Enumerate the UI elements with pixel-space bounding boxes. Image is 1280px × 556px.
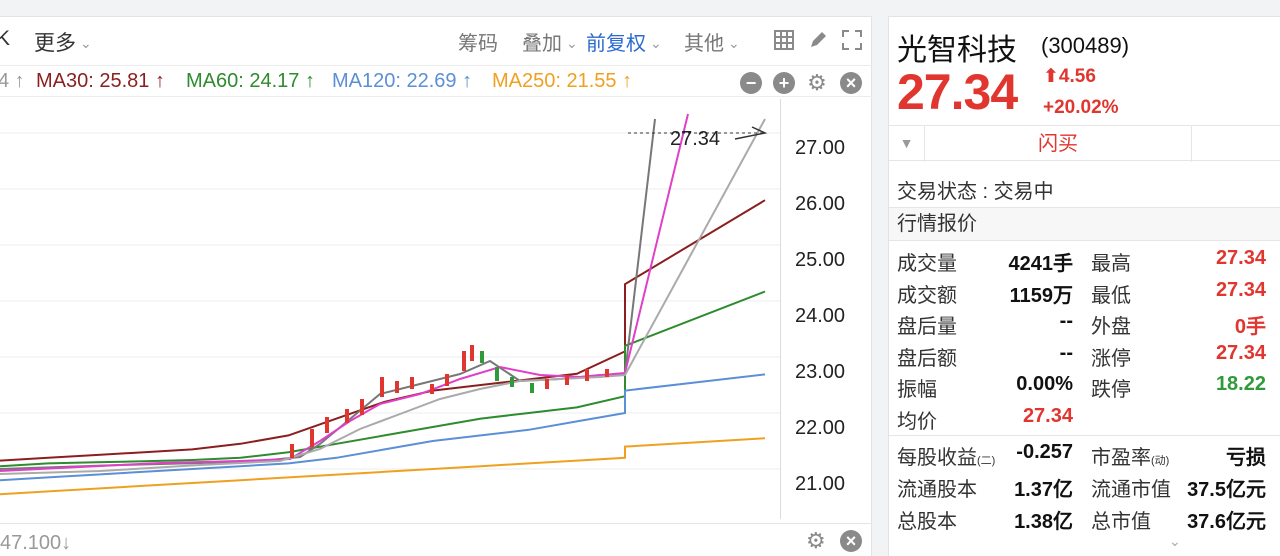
chevron-down-icon: ⌄ — [728, 35, 740, 51]
ma-partial: 4 ↑ — [0, 70, 25, 92]
gear-icon[interactable]: ⚙ — [806, 72, 828, 94]
overlay-label: 叠加 — [522, 33, 562, 55]
quote-value: 4241手 — [1008, 253, 1074, 275]
y-axis: 27.00 26.00 25.00 24.00 23.00 22.00 21.0… — [780, 99, 872, 519]
y-tick: 22.00 — [795, 417, 846, 439]
quote-label: 市盈率(动) — [1091, 447, 1170, 469]
ma5-line — [0, 118, 656, 470]
ma120-label: MA120: 22.69 ↑ — [332, 70, 473, 92]
quote-value: 0.00% — [1016, 373, 1073, 395]
close-icon[interactable]: × — [840, 72, 862, 94]
quote-value: -- — [1059, 310, 1073, 332]
gear-icon[interactable]: ⚙ — [806, 528, 826, 554]
ma250-label: MA250: 21.55 ↑ — [492, 70, 633, 92]
quote-value: 27.34 — [1215, 341, 1266, 364]
quote-label: 总市值 — [1091, 511, 1151, 533]
section-title: 行情报价 — [889, 207, 1280, 241]
quote-value: -0.257 — [1016, 441, 1073, 463]
quote-value: 27.34 — [1022, 404, 1073, 427]
pen-icon[interactable] — [806, 29, 830, 53]
y-tick: 27.00 — [795, 137, 846, 159]
quote-value: 0手 — [1234, 316, 1266, 338]
arrow-up-icon: ⬆ — [1043, 66, 1059, 87]
quote-value: 37.6亿元 — [1187, 511, 1266, 533]
quote-label: 最高 — [1091, 253, 1131, 275]
quote-label: 成交量 — [897, 253, 957, 275]
quote-value: 1.38亿 — [1014, 511, 1073, 533]
price-change-value: 4.56 — [1058, 66, 1096, 87]
quote-value: 18.22 — [1215, 373, 1266, 395]
adjust-label: 前复权 — [586, 33, 646, 55]
other-label: 其他 — [684, 33, 724, 55]
quote-label: 盘后额 — [897, 347, 957, 370]
plus-icon[interactable]: + — [773, 72, 795, 94]
divider — [1191, 126, 1192, 162]
flash-buy-button[interactable]: 闪买 — [925, 126, 1191, 162]
divider — [889, 435, 1280, 436]
ma60-label: MA60: 24.17 ↑ — [186, 70, 315, 92]
quote-value: 27.34 — [1215, 278, 1266, 301]
chevron-down-icon: ⌄ — [80, 35, 92, 51]
ma30-label: MA30: 25.81 ↑ — [36, 70, 165, 92]
quote-value: 37.5亿元 — [1187, 479, 1266, 501]
ma10-line — [0, 113, 689, 472]
fullscreen-icon[interactable] — [840, 29, 864, 53]
price-change-pct: +20.02% — [1043, 97, 1119, 118]
y-tick: 21.00 — [795, 473, 846, 495]
quote-label: 最低 — [1091, 284, 1131, 307]
quote-label: 总股本 — [897, 511, 957, 533]
price-change: ⬆4.56 — [1043, 65, 1096, 88]
other-menu[interactable]: 其他 ⌄ — [684, 27, 740, 56]
short-ma-lines — [0, 113, 766, 475]
y-tick: 26.00 — [795, 193, 846, 215]
chart-panel: K 更多 ⌄ 筹码 叠加 ⌄ 前复权 ⌄ 其他 ⌄ 4 ↑ MA30: 25.81 ↑ … — [0, 16, 872, 556]
period-tab-partial[interactable]: K — [0, 27, 10, 51]
trade-status: 交易状态 : 交易中 — [897, 181, 1054, 203]
chevron-down-icon: ⌄ — [566, 35, 578, 51]
price-marker: 27.34 — [628, 126, 768, 150]
quote-label: 跌停 — [1091, 379, 1131, 401]
quote-label: 外盘 — [1091, 316, 1131, 338]
overlay-menu[interactable]: 叠加 ⌄ — [522, 27, 578, 56]
quote-label: 振幅 — [897, 379, 937, 401]
stock-code: (300489) — [1041, 33, 1130, 58]
quote-value: 27.34 — [1215, 247, 1266, 269]
volume-row: 47.100↓ ⚙ × — [0, 523, 872, 556]
chevron-down-icon[interactable]: ⌄ — [1169, 533, 1181, 550]
chips-button[interactable]: 筹码 — [458, 27, 498, 56]
kline-plot[interactable]: 27.34 — [0, 99, 780, 519]
more-label: 更多 — [34, 32, 76, 55]
quote-panel: 光智科技 (300489) 27.34 ⬆4.56 +20.02% ▼ 闪买 交… — [888, 16, 1280, 556]
minus-icon[interactable]: − — [740, 72, 762, 94]
quote-label: 流通市值 — [1091, 479, 1171, 501]
y-tick: 25.00 — [795, 249, 846, 271]
quote-label: 成交额 — [897, 284, 957, 307]
quote-label: 涨停 — [1091, 347, 1131, 370]
y-tick: 24.00 — [795, 305, 846, 327]
grid-icon[interactable] — [772, 29, 796, 53]
close-icon[interactable]: × — [840, 530, 862, 552]
ma20-line — [0, 118, 766, 475]
chart-toolbar: K 更多 ⌄ 筹码 叠加 ⌄ 前复权 ⌄ 其他 ⌄ — [0, 17, 872, 63]
last-price: 27.34 — [897, 64, 1018, 120]
more-menu[interactable]: 更多 ⌄ — [34, 27, 92, 57]
quote-value: 亏损 — [1226, 447, 1266, 469]
quote-value: 1.37亿 — [1014, 479, 1073, 501]
quote-label: 盘后量 — [897, 316, 957, 338]
quote-label: 流通股本 — [897, 479, 977, 501]
quote-value: -- — [1059, 341, 1073, 364]
quote-label: 均价 — [897, 410, 937, 433]
collapse-icon[interactable]: ▼ — [889, 126, 925, 162]
y-tick: 23.00 — [795, 361, 846, 383]
quote-value: 1159万 — [1009, 284, 1073, 307]
volume-label: 47.100↓ — [0, 532, 72, 554]
flash-trade-row: ▼ 闪买 — [889, 125, 1280, 162]
chevron-down-icon: ⌄ — [650, 35, 662, 51]
last-price-marker: 27.34 — [670, 128, 720, 150]
adjust-menu[interactable]: 前复权 ⌄ — [586, 27, 662, 56]
